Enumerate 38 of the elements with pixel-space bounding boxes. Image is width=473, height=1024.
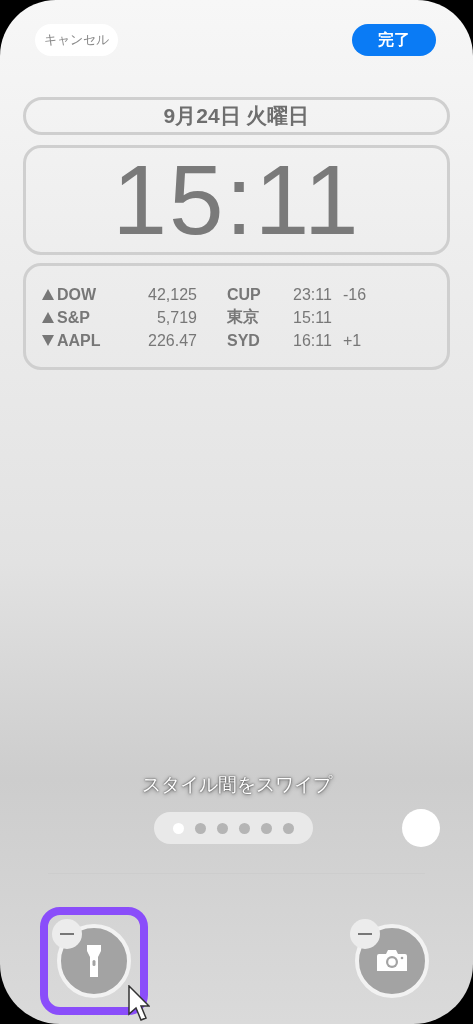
stock-price: 5,719 xyxy=(155,308,197,327)
camera-icon xyxy=(377,949,407,973)
clock-time[interactable]: 15:11 xyxy=(23,145,450,255)
stock-price: 42,125 xyxy=(147,285,197,304)
remove-button[interactable] xyxy=(350,919,380,949)
info-widget[interactable]: DOW 42,125 S&P 5,719 AAPL 226.47 CUP 23:11 -16 東京 15:11 SYD 16:11 +1 xyxy=(23,263,450,370)
done-button[interactable]: 完了 xyxy=(352,24,436,56)
color-circle[interactable] xyxy=(402,809,440,847)
down-triangle-icon xyxy=(42,335,54,346)
cancel-button[interactable]: キャンセル xyxy=(35,24,118,56)
minus-icon xyxy=(60,933,74,935)
up-triangle-icon xyxy=(42,312,54,323)
page-dot[interactable] xyxy=(239,822,250,834)
page-dot[interactable] xyxy=(283,822,294,834)
time-offset: +1 xyxy=(343,331,362,350)
page-dot[interactable] xyxy=(217,822,228,834)
flashlight-button[interactable] xyxy=(57,924,131,998)
up-triangle-icon xyxy=(42,289,54,300)
minus-icon xyxy=(358,933,372,935)
time-offset: -16 xyxy=(343,285,367,304)
cursor-icon xyxy=(128,985,150,1024)
stock-symbol: S&P xyxy=(57,308,91,327)
swipe-hint: スタイル間をスワイプ xyxy=(140,773,334,798)
page-dots[interactable] xyxy=(154,812,313,844)
remove-button[interactable] xyxy=(52,919,82,949)
city-name: 東京 xyxy=(227,307,260,327)
city-time: 15:11 xyxy=(293,308,333,327)
flashlight-icon xyxy=(86,945,102,977)
city-name: SYD xyxy=(227,331,261,350)
city-time: 16:11 xyxy=(293,331,333,350)
page-dot[interactable] xyxy=(195,822,206,834)
date-widget[interactable]: 9月24日 火曜日 xyxy=(23,97,450,135)
stock-symbol: AAPL xyxy=(57,331,102,350)
stock-price: 226.47 xyxy=(147,331,197,350)
stock-symbol: DOW xyxy=(57,285,98,304)
city-time: 23:11 xyxy=(293,285,333,304)
city-name: CUP xyxy=(227,285,262,304)
page-dot[interactable] xyxy=(261,822,272,834)
